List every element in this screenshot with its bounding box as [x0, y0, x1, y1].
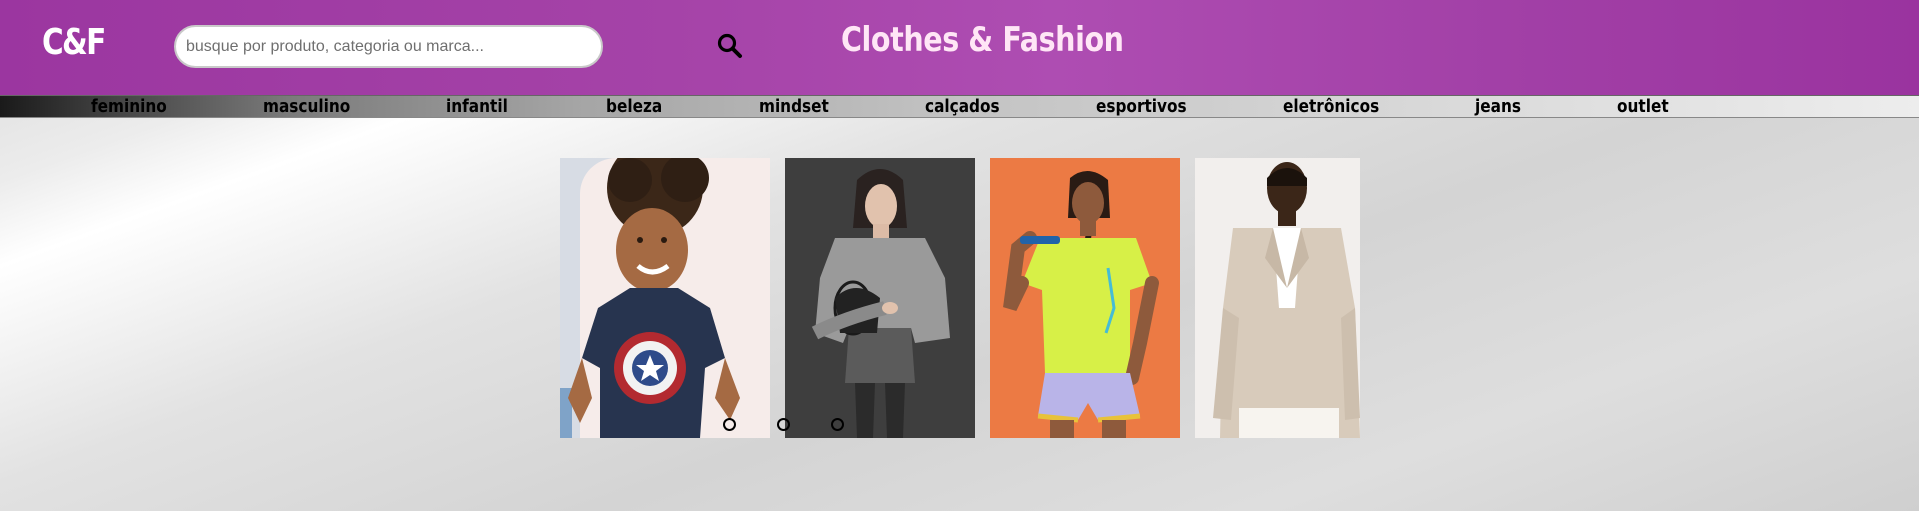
nav-item-outlet[interactable]: outlet [1617, 97, 1669, 117]
nav-item-mindset[interactable]: mindset [759, 97, 829, 117]
nav-item-calcados[interactable]: calçados [925, 97, 1000, 117]
nav-item-beleza[interactable]: beleza [606, 97, 662, 117]
nav-item-esportivos[interactable]: esportivos [1096, 97, 1187, 117]
carousel-dot[interactable] [777, 418, 790, 431]
search-icon [717, 33, 742, 58]
carousel-slide[interactable] [1195, 158, 1360, 438]
carousel-slide[interactable] [990, 158, 1180, 438]
product-carousel[interactable] [560, 158, 1360, 438]
boy-captain-america-tshirt-photo [560, 158, 770, 438]
search-input[interactable] [174, 25, 603, 68]
site-header: C&F Clothes & Fashion [0, 0, 1919, 95]
woman-grey-cardigan-photo [785, 158, 975, 438]
carousel-dot[interactable] [831, 418, 844, 431]
man-beige-blazer-photo [1195, 158, 1360, 438]
nav-item-masculino[interactable]: masculino [263, 97, 350, 117]
brand-title: Clothes & Fashion [841, 20, 1124, 60]
search-button[interactable] [715, 31, 747, 63]
nav-item-eletronicos[interactable]: eletrônicos [1283, 97, 1379, 117]
carousel-slide[interactable] [785, 158, 975, 438]
carousel-dot[interactable] [723, 418, 736, 431]
nav-item-jeans[interactable]: jeans [1475, 97, 1521, 117]
woman-neon-sports-top-photo [990, 158, 1180, 438]
site-logo[interactable]: C&F [42, 22, 106, 63]
nav-item-infantil[interactable]: infantil [446, 97, 508, 117]
carousel-slide[interactable] [560, 158, 770, 438]
category-nav: feminino masculino infantil beleza minds… [0, 95, 1919, 118]
nav-item-feminino[interactable]: feminino [91, 97, 167, 117]
